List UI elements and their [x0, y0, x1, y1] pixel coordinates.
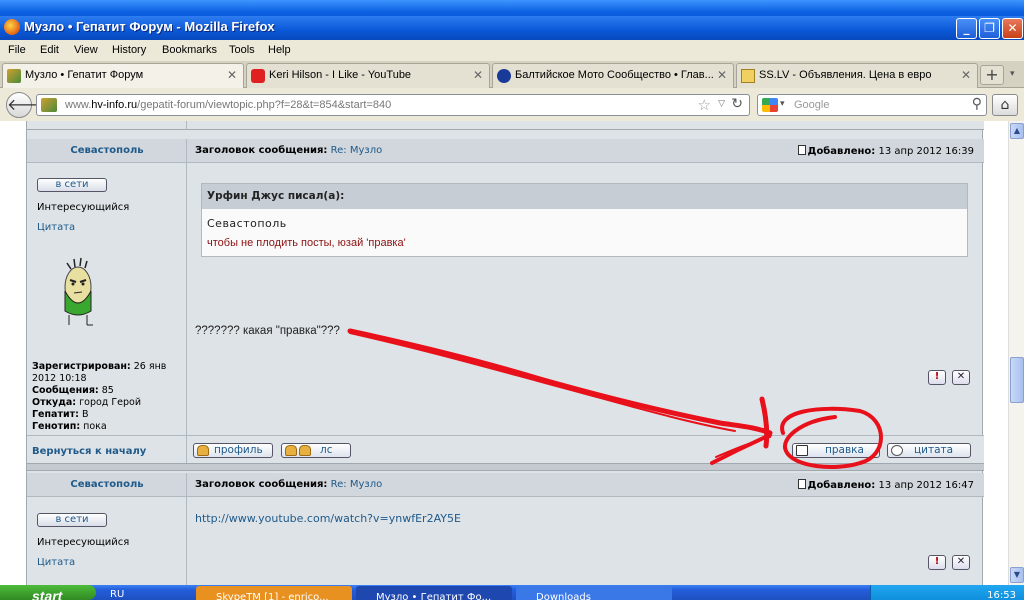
taskbar-label: SkypeTM [1] - enrico...	[216, 592, 329, 600]
new-tab-button[interactable]: +	[980, 65, 1004, 85]
tab-list-chevron-icon[interactable]: ▾	[1010, 69, 1015, 79]
windows-taskbar: start RU SkypeTM [1] - enrico... Музло •…	[0, 585, 1024, 600]
menu-history[interactable]: History	[112, 44, 146, 56]
vertical-scrollbar[interactable]: ▲ ▼	[1008, 121, 1024, 585]
tab-bar: Музло • Гепатит Форум ✕ Keri Hilson - I …	[0, 61, 1024, 89]
site-favicon-icon	[41, 98, 57, 112]
tab-label: Keri Hilson - I Like - YouTube	[269, 69, 412, 81]
back-button[interactable]: 🡐	[6, 92, 50, 118]
menu-tools[interactable]: Tools	[229, 44, 255, 56]
window-title: Музло • Гепатит Форум - Mozilla Firefox	[24, 19, 275, 34]
bookmark-star-icon[interactable]: ☆	[698, 96, 711, 114]
tab-muzlo[interactable]: Музло • Гепатит Форум ✕	[2, 63, 244, 89]
menu-file[interactable]: File	[8, 44, 26, 56]
taskbar-skype[interactable]: SkypeTM [1] - enrico...	[196, 586, 352, 600]
search-engine-dropdown-icon[interactable]: ▾	[780, 99, 785, 109]
tab-label: Музло • Гепатит Форум	[25, 69, 144, 81]
tab-close-icon[interactable]: ✕	[227, 68, 237, 82]
menu-help[interactable]: Help	[268, 44, 291, 56]
start-button[interactable]: start	[0, 585, 96, 600]
google-icon[interactable]	[762, 98, 778, 112]
tab-youtube[interactable]: Keri Hilson - I Like - YouTube ✕	[246, 63, 490, 88]
url-domain: hv-info.ru	[91, 99, 138, 111]
menu-view[interactable]: View	[74, 44, 98, 56]
tab-moto[interactable]: Балтийское Мото Сообщество • Глав... ✕	[492, 63, 734, 88]
youtube-icon	[251, 69, 265, 83]
reload-icon[interactable]: ↻	[731, 96, 743, 112]
taskbar-firefox[interactable]: Музло • Гепатит Фо...	[356, 586, 512, 600]
scroll-down-icon[interactable]: ▼	[1010, 567, 1024, 583]
url-prefix: www.	[65, 99, 92, 111]
menu-bar: File Edit View History Bookmarks Tools H…	[0, 40, 1024, 61]
restore-button[interactable]: ❐	[979, 18, 1000, 39]
url-text[interactable]: www.hv-info.ru/gepatit-forum/viewtopic.p…	[65, 99, 391, 111]
tab-label: SS.LV - Объявления. Цена в евро	[759, 69, 932, 81]
search-icon[interactable]: ⚲	[972, 96, 982, 112]
forum-favicon-icon	[7, 69, 21, 83]
search-bar[interactable]: ▾ Google ⚲	[757, 94, 987, 116]
url-path: /gepatit-forum/viewtopic.php?f=28&t=854&…	[137, 99, 392, 111]
tab-close-icon[interactable]: ✕	[717, 68, 727, 82]
tab-sslv[interactable]: SS.LV - Объявления. Цена в евро ✕	[736, 63, 978, 88]
language-indicator[interactable]: RU	[110, 589, 124, 600]
red-annotation-arrow	[347, 328, 883, 469]
tab-close-icon[interactable]: ✕	[961, 68, 971, 82]
tab-label: Балтийское Мото Сообщество • Глав...	[515, 69, 714, 81]
scroll-thumb[interactable]	[1010, 357, 1024, 403]
sslv-favicon-icon	[741, 69, 755, 83]
minimize-button[interactable]: _	[956, 18, 977, 39]
clock: 16:53	[987, 590, 1016, 600]
url-history-dropdown-icon[interactable]: ▽	[718, 99, 725, 109]
scroll-up-icon[interactable]: ▲	[1010, 123, 1024, 139]
taskbar-label: Downloads	[536, 592, 591, 600]
menu-edit[interactable]: Edit	[40, 44, 59, 56]
moto-favicon-icon	[497, 69, 511, 83]
search-placeholder: Google	[794, 99, 830, 111]
navigation-bar: 🡐 www.hv-info.ru/gepatit-forum/viewtopic…	[0, 88, 1024, 121]
home-button[interactable]: ⌂	[992, 94, 1018, 116]
taskbar-downloads[interactable]: Downloads	[516, 586, 672, 600]
close-window-button[interactable]: ✕	[1002, 18, 1023, 39]
url-bar[interactable]: www.hv-info.ru/gepatit-forum/viewtopic.p…	[36, 94, 750, 116]
menu-bookmarks[interactable]: Bookmarks	[162, 44, 217, 56]
firefox-icon	[4, 19, 20, 35]
tab-close-icon[interactable]: ✕	[473, 68, 483, 82]
taskbar-label: Музло • Гепатит Фо...	[376, 592, 492, 600]
system-tray: 16:53	[870, 585, 1024, 600]
page-content: Севастополь Заголовок сообщения: Re: Муз…	[0, 121, 1008, 585]
window-titlebar: Музло • Гепатит Форум - Mozilla Firefox …	[0, 0, 1024, 40]
